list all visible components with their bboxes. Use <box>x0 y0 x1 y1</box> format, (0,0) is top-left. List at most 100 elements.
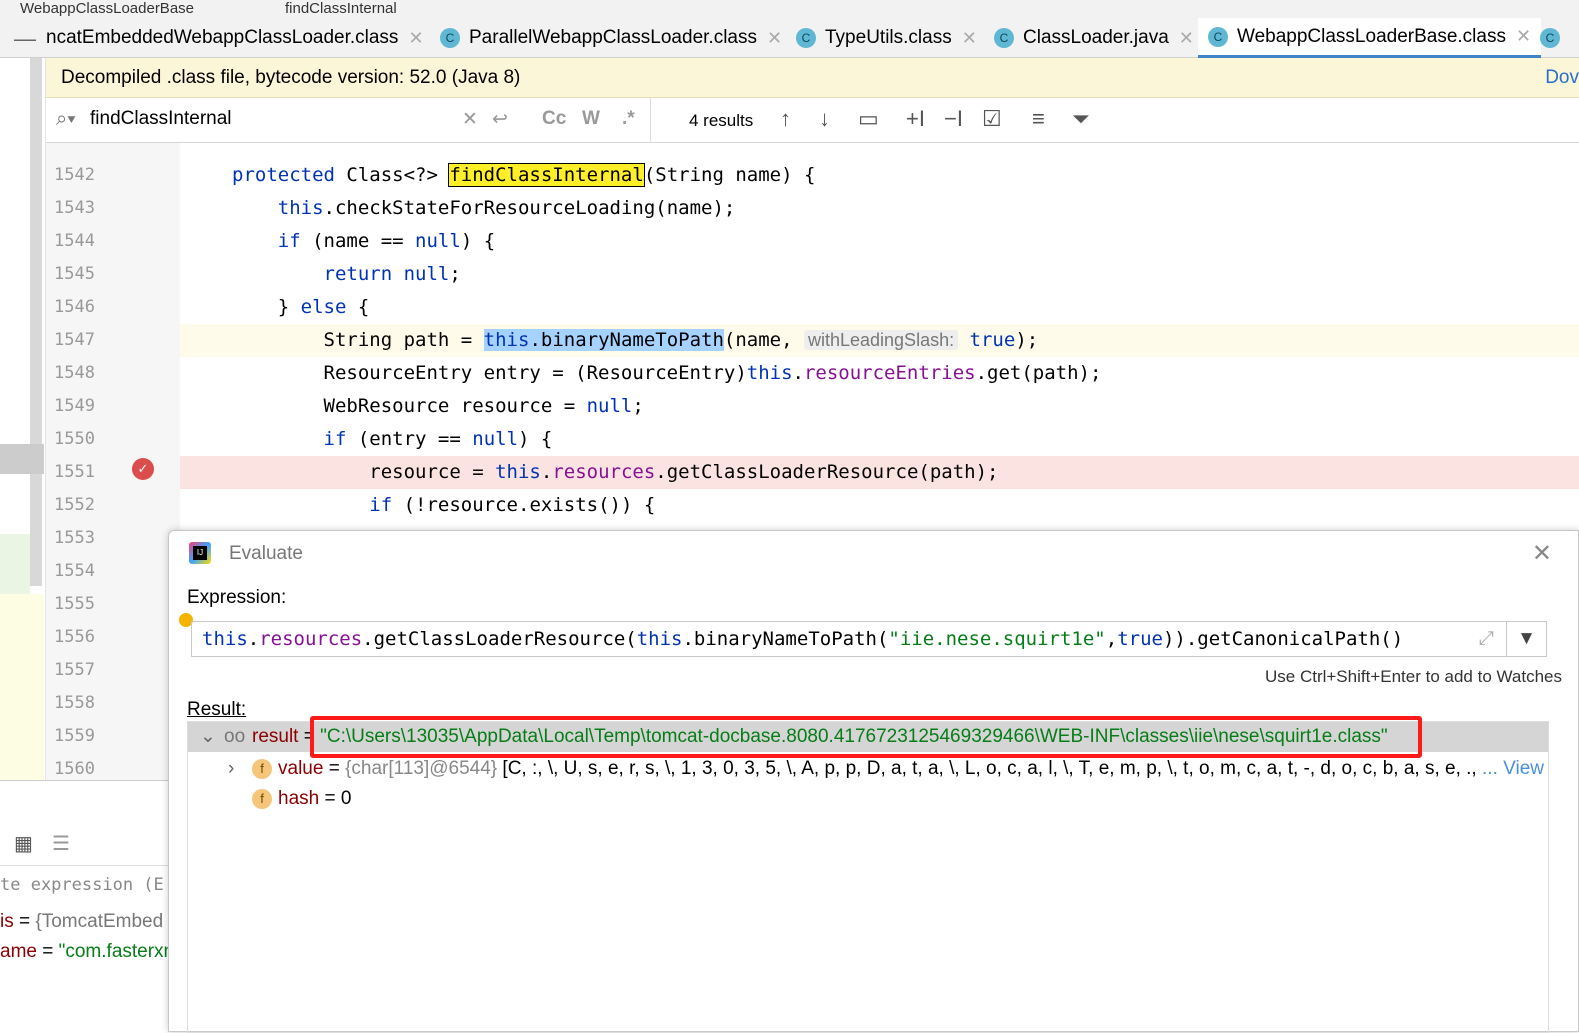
code-line[interactable]: WebResource resource = null; <box>180 390 1579 423</box>
code-line[interactable]: } else { <box>180 291 1579 324</box>
code-line[interactable]: if (name == null) { <box>180 225 1579 258</box>
code-token: { <box>346 296 370 318</box>
banner-text: Decompiled .class file, bytecode version… <box>61 67 521 88</box>
result-child-row[interactable]: f hash = 0 <box>188 784 1548 814</box>
remove-occurrence-icon[interactable]: −I <box>944 106 963 132</box>
code-token: true <box>1117 628 1163 650</box>
code-token: this <box>746 362 793 384</box>
close-icon[interactable]: ✕ <box>1532 539 1552 568</box>
code-token: (name, <box>723 329 804 351</box>
download-sources-link[interactable]: Dov <box>1545 58 1579 98</box>
tab-webappclassloaderbase[interactable]: C WebappClassLoaderBase.class ✕ <box>1198 18 1542 58</box>
line-number: 1559 <box>54 726 95 746</box>
code-token: this <box>495 461 541 483</box>
tab-parallel[interactable]: C ParallelWebappClassLoader.class ✕ <box>440 18 782 58</box>
select-all-icon[interactable]: ☑ <box>982 106 1002 132</box>
regex-toggle[interactable]: .* <box>622 108 635 130</box>
code-line[interactable]: this.checkStateForResourceLoading(name); <box>180 192 1579 225</box>
breadcrumb: WebappClassLoaderBase findClassInternal <box>0 0 1579 18</box>
collapse-icon[interactable]: — <box>14 26 36 52</box>
code-token: protected <box>232 164 335 186</box>
line-number: 1545 <box>54 264 95 284</box>
variable-row[interactable]: is = {TomcatEmbed <box>0 911 163 933</box>
code-line[interactable]: if (entry == null) { <box>180 423 1579 456</box>
highlight-box <box>310 716 1422 758</box>
code-token: null <box>586 395 633 417</box>
view-link[interactable]: ... View <box>1476 754 1544 784</box>
new-line-icon[interactable]: ↩ <box>492 108 508 131</box>
code-token: withLeadingSlash: <box>803 330 959 350</box>
line-number: 1555 <box>54 594 95 614</box>
watch-hint: Use Ctrl+Shift+Enter to add to Watches <box>1264 667 1562 686</box>
history-dropdown[interactable]: ▼ <box>1506 622 1546 656</box>
close-icon[interactable]: ✕ <box>962 28 977 49</box>
code-token: ; <box>632 395 644 417</box>
search-value: findClassInternal <box>90 108 232 129</box>
add-occurrence-icon[interactable]: +I <box>906 106 925 132</box>
arrow-up-icon[interactable]: ↑ <box>780 106 791 132</box>
code-token: resource = <box>232 461 496 483</box>
breadcrumb-method[interactable]: findClassInternal <box>285 0 397 18</box>
close-icon[interactable]: ✕ <box>408 28 423 49</box>
watches-icon[interactable]: ☰ <box>52 831 70 856</box>
code-token: . <box>247 628 260 650</box>
code-token: } <box>232 296 301 318</box>
open-in-window-icon[interactable]: ▭ <box>858 106 879 132</box>
variable-row[interactable]: ame = "com.fasterxn <box>0 941 170 963</box>
search-bar: ⌕▾ findClassInternal ✕ ↩ Cc W .* 4 resul… <box>46 98 1579 143</box>
var-name: ame <box>0 941 37 962</box>
field-value: [C, :, \, U, s, e, r, s, \, 1, 3, 0, 3, … <box>502 758 1541 779</box>
result-row[interactable]: ⌄ oo result = "C:\Users\13035\AppData\Lo… <box>188 716 1548 758</box>
code-token: ResourceEntry entry = (ResourceEntry) <box>232 362 747 384</box>
words-toggle[interactable]: W <box>582 108 600 130</box>
table-icon[interactable]: ▦ <box>14 831 33 856</box>
code-token: (entry == <box>346 428 473 450</box>
chevron-right-icon[interactable]: › <box>228 754 234 784</box>
code-line[interactable]: resource = this.resources.getClassLoader… <box>180 456 1579 489</box>
breadcrumb-class[interactable]: WebappClassLoaderBase <box>20 0 194 18</box>
results-count: 4 results <box>689 111 754 130</box>
evaluate-dialog: IJ Evaluate ✕ Expression: this.resources… <box>168 530 1579 1033</box>
close-icon[interactable]: ✕ <box>1179 28 1194 49</box>
result-child-row[interactable]: › f value = {char[113]@6544} [C, :, \, U,… <box>188 754 1548 784</box>
code-token: if <box>369 494 393 516</box>
field-icon: f <box>252 788 272 809</box>
result-name: result <box>252 726 299 747</box>
expand-icon[interactable]: ⤢ <box>1479 622 1494 656</box>
current-frame-marker <box>0 444 44 474</box>
search-input[interactable]: ⌕▾ findClassInternal ✕ ↩ Cc W .* <box>46 98 651 143</box>
tab-classloader[interactable]: C ClassLoader.java ✕ <box>994 18 1194 58</box>
code-token: this <box>277 197 324 219</box>
code-line[interactable]: protected Class<?> findClassInternal(Str… <box>180 159 1579 192</box>
code-token: , <box>1105 628 1118 650</box>
code-token: true <box>969 329 1016 351</box>
decompiled-banner: Decompiled .class file, bytecode version… <box>46 58 1579 98</box>
scrollbar[interactable] <box>30 58 42 586</box>
close-icon[interactable]: ✕ <box>1516 26 1531 47</box>
filter-icon[interactable]: ⏷ <box>1072 106 1090 132</box>
field-type: {char[113]@6544} <box>345 758 498 779</box>
code-line[interactable]: String path = this.binaryNameToPath(name… <box>180 324 1579 357</box>
expression-input[interactable]: this.resources.getClassLoaderResource(th… <box>191 621 1547 657</box>
match-case-toggle[interactable]: Cc <box>542 108 566 130</box>
tab-typeutils[interactable]: C TypeUtils.class ✕ <box>796 18 977 58</box>
breakpoint-icon[interactable]: ✓ <box>132 458 154 480</box>
code-line[interactable]: ResourceEntry entry = (ResourceEntry)thi… <box>180 357 1579 390</box>
code-line[interactable]: if (!resource.exists()) { <box>180 489 1579 522</box>
evaluate-expression-input[interactable]: te expression (E <box>0 875 164 895</box>
code-token: resources <box>552 461 656 483</box>
code-token: (name == <box>300 230 416 252</box>
line-number: 1548 <box>54 363 95 383</box>
arrow-down-icon[interactable]: ↓ <box>819 106 830 132</box>
tab-overflow[interactable]: C <box>1540 18 1569 58</box>
clear-icon[interactable]: ✕ <box>462 108 478 131</box>
code-token: this <box>202 628 248 650</box>
code-token: (!resource.exists()) { <box>392 494 656 516</box>
code-line[interactable]: return null; <box>180 258 1579 291</box>
field-name: hash <box>278 788 320 809</box>
filter-lines-icon[interactable]: ≡ <box>1032 106 1045 132</box>
chevron-down-icon[interactable]: ⌄ <box>200 722 216 752</box>
tab-tomcat-embedded[interactable]: ncatEmbeddedWebappClassLoader.class ✕ <box>46 18 424 58</box>
close-icon[interactable]: ✕ <box>767 28 782 49</box>
